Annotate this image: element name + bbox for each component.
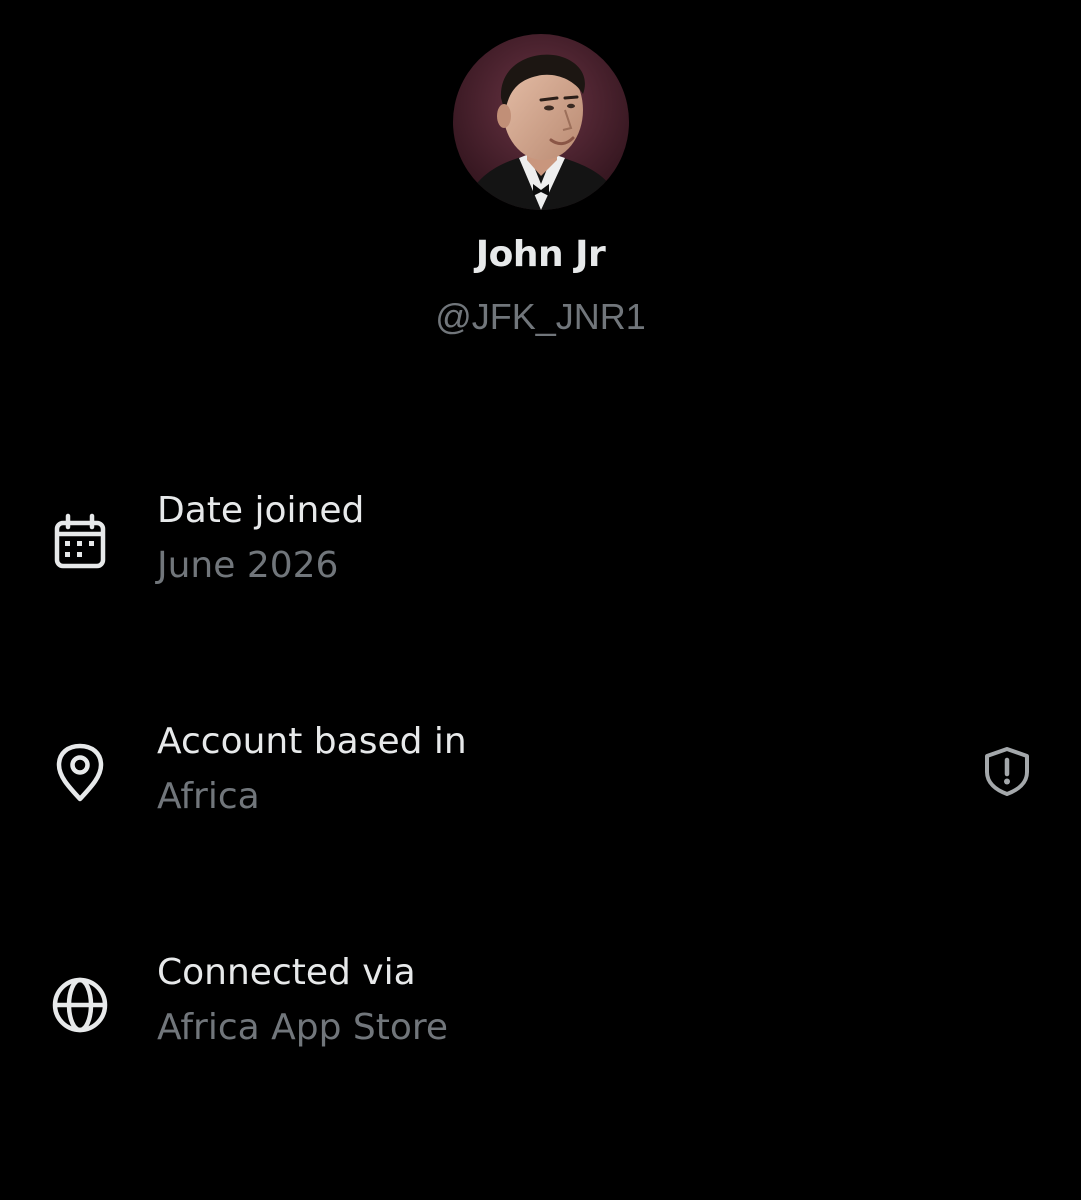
display-name: John Jr [475,234,606,275]
account-based-in-value: Africa [157,776,260,817]
date-joined-value: June 2026 [157,545,339,586]
about-row-account-based-in: Account based in Africa [0,721,1081,841]
calendar-icon [50,512,110,572]
account-based-in-label: Account based in [157,721,467,762]
connected-via-label: Connected via [157,952,416,993]
avatar[interactable] [453,34,629,210]
about-row-date-joined: Date joined June 2026 [0,490,1081,610]
location-pin-icon [50,743,110,803]
date-joined-label: Date joined [157,490,365,531]
connected-via-value: Africa App Store [157,1007,449,1048]
about-row-connected-via: Connected via Africa App Store [0,952,1081,1072]
user-handle: @JFK_JNR1 [435,296,646,337]
shield-alert-icon[interactable] [981,745,1033,797]
profile-photo [453,34,629,210]
globe-icon [50,975,110,1035]
